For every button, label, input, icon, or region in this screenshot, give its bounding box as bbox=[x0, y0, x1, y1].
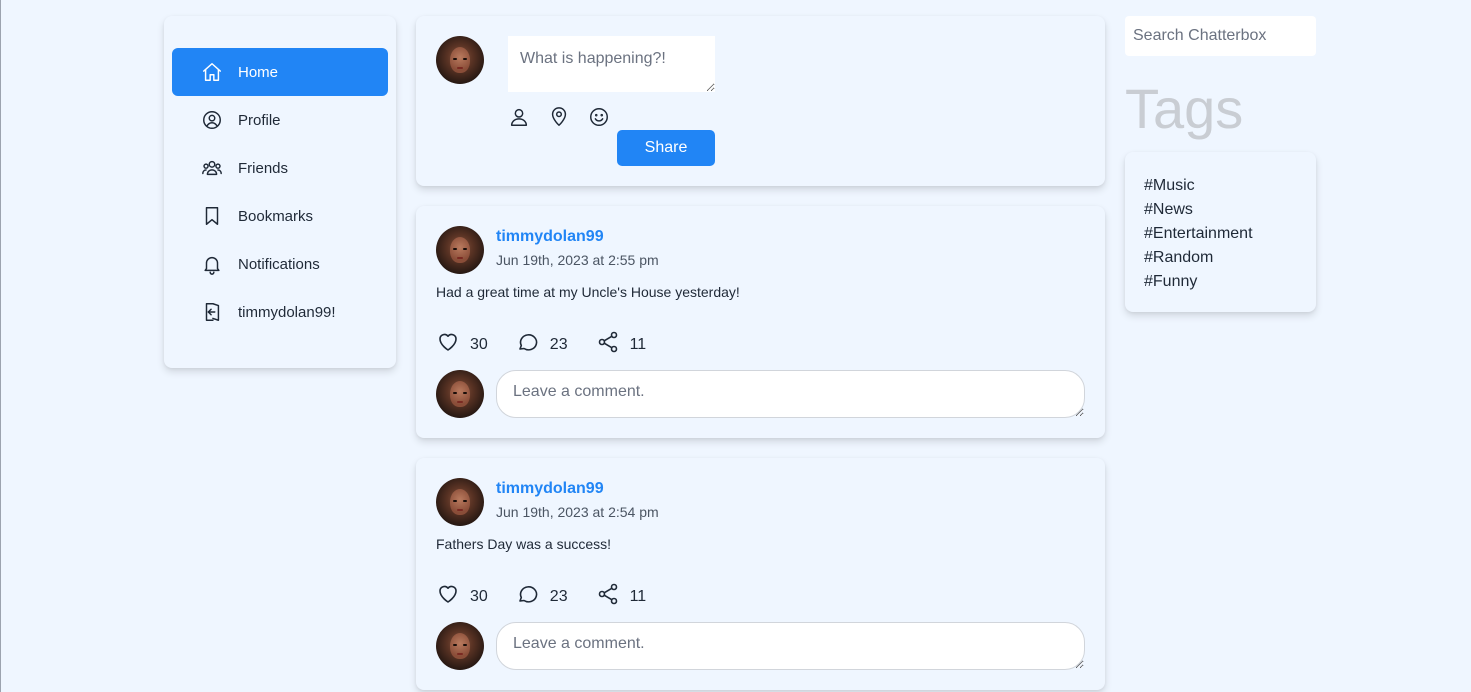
share-icon bbox=[596, 330, 620, 359]
sidebar-item-label: Friends bbox=[238, 159, 289, 177]
sidebar-item-notifications[interactable]: Notifications bbox=[172, 240, 388, 288]
comment-button[interactable]: 23 bbox=[516, 330, 568, 359]
post-content: Had a great time at my Uncle's House yes… bbox=[436, 284, 740, 300]
share-post-button[interactable]: 11 bbox=[596, 330, 647, 359]
sidebar-item-friends[interactable]: Friends bbox=[172, 144, 388, 192]
share-button[interactable]: Share bbox=[617, 130, 715, 166]
tags-list: #Music #News #Entertainment #Random #Fun… bbox=[1125, 152, 1316, 312]
users-icon bbox=[200, 156, 224, 180]
tag-link[interactable]: #Random bbox=[1144, 246, 1297, 270]
comment-input[interactable] bbox=[496, 370, 1085, 418]
user-icon[interactable] bbox=[508, 106, 530, 128]
avatar bbox=[436, 370, 484, 418]
post-input[interactable] bbox=[508, 36, 715, 92]
heart-icon bbox=[436, 582, 460, 611]
avatar bbox=[436, 226, 484, 274]
post-timestamp: Jun 19th, 2023 at 2:55 pm bbox=[496, 252, 659, 268]
sidebar-item-bookmarks[interactable]: Bookmarks bbox=[172, 192, 388, 240]
comment-input[interactable] bbox=[496, 622, 1085, 670]
sidebar-item-logout[interactable]: timmydolan99! bbox=[172, 288, 388, 336]
post-content: Fathers Day was a success! bbox=[436, 536, 612, 552]
comment-icon bbox=[516, 330, 540, 359]
share-count: 11 bbox=[629, 587, 647, 605]
post-username[interactable]: timmydolan99 bbox=[496, 228, 604, 246]
tags-heading: Tags bbox=[1125, 77, 1244, 140]
tag-link[interactable]: #Music bbox=[1144, 174, 1297, 198]
sidebar-item-home[interactable]: Home bbox=[172, 48, 388, 96]
like-button[interactable]: 30 bbox=[436, 582, 488, 611]
share-icon bbox=[596, 582, 620, 611]
like-count: 30 bbox=[470, 335, 488, 353]
avatar bbox=[436, 622, 484, 670]
bell-icon bbox=[200, 252, 224, 276]
post-card: timmydolan99 Jun 19th, 2023 at 2:55 pm H… bbox=[416, 206, 1105, 438]
heart-icon bbox=[436, 330, 460, 359]
sidebar-item-profile[interactable]: Profile bbox=[172, 96, 388, 144]
bookmark-icon bbox=[200, 204, 224, 228]
post-actions: 30 23 11 bbox=[436, 330, 674, 359]
sidebar-item-label: Profile bbox=[238, 111, 281, 129]
home-icon bbox=[200, 60, 224, 84]
sidebar-item-label: Home bbox=[238, 63, 279, 81]
post-timestamp: Jun 19th, 2023 at 2:54 pm bbox=[496, 504, 659, 520]
sidebar-item-label: Notifications bbox=[238, 255, 320, 273]
post-composer: Share bbox=[416, 16, 1105, 186]
logout-icon bbox=[200, 300, 224, 324]
smile-icon[interactable] bbox=[588, 106, 610, 128]
map-pin-icon[interactable] bbox=[548, 106, 570, 128]
tag-link[interactable]: #Funny bbox=[1144, 270, 1297, 294]
share-post-button[interactable]: 11 bbox=[596, 582, 647, 611]
like-button[interactable]: 30 bbox=[436, 330, 488, 359]
post-actions: 30 23 11 bbox=[436, 582, 674, 611]
share-count: 11 bbox=[629, 335, 647, 353]
sidebar-item-label: Bookmarks bbox=[238, 207, 314, 225]
tag-link[interactable]: #News bbox=[1144, 198, 1297, 222]
sidebar: Home Profile Friends Bookmarks Notificat… bbox=[164, 16, 396, 368]
sidebar-item-label: timmydolan99! bbox=[238, 303, 336, 321]
comment-icon bbox=[516, 582, 540, 611]
like-count: 30 bbox=[470, 587, 488, 605]
post-card: timmydolan99 Jun 19th, 2023 at 2:54 pm F… bbox=[416, 458, 1105, 690]
composer-toolbar bbox=[508, 106, 610, 128]
search-input[interactable] bbox=[1125, 16, 1316, 56]
post-username[interactable]: timmydolan99 bbox=[496, 480, 604, 498]
comment-count: 23 bbox=[549, 335, 568, 353]
tag-link[interactable]: #Entertainment bbox=[1144, 222, 1297, 246]
comment-button[interactable]: 23 bbox=[516, 582, 568, 611]
avatar bbox=[436, 478, 484, 526]
avatar bbox=[436, 36, 484, 84]
user-circle-icon bbox=[200, 108, 224, 132]
comment-count: 23 bbox=[549, 587, 568, 605]
